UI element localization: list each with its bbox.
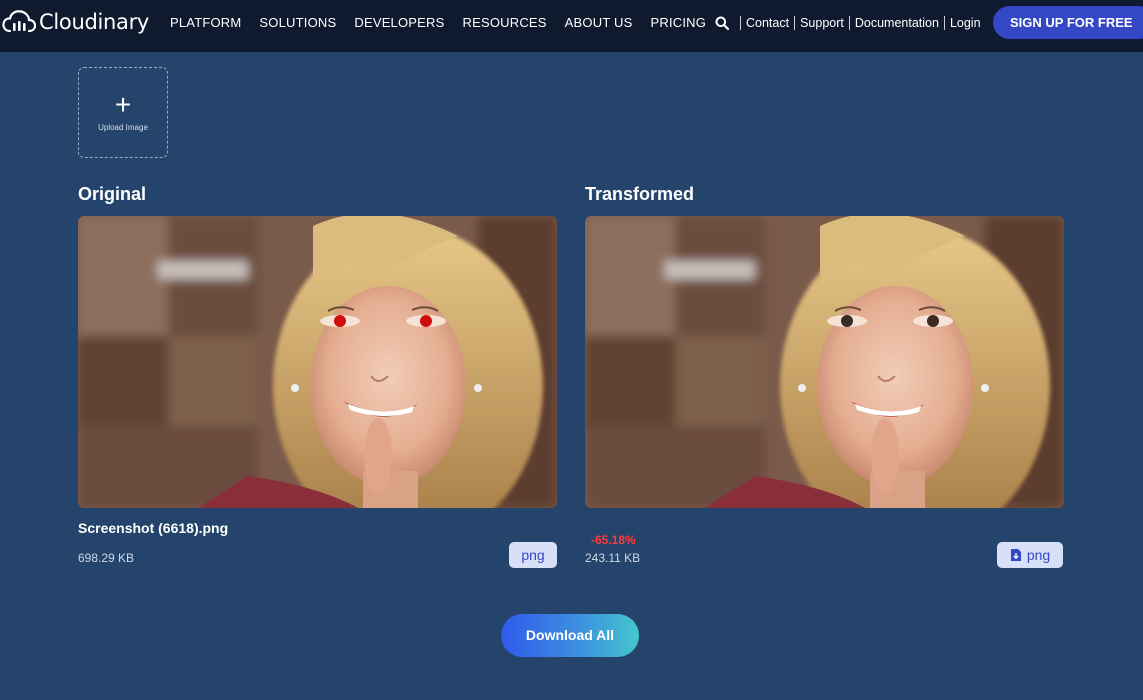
original-filename: Screenshot (6618).png: [78, 520, 229, 536]
transformed-heading: Transformed: [585, 184, 695, 204]
menu-item-developers[interactable]: DEVELOPERS: [354, 15, 444, 30]
login-link[interactable]: Login: [950, 16, 981, 30]
brand-name: Cloudinary: [39, 10, 150, 34]
menu-item-pricing[interactable]: PRICING: [651, 15, 707, 30]
documentation-link[interactable]: Documentation: [855, 16, 939, 30]
upload-label: Upload Image: [98, 123, 148, 132]
divider: [740, 16, 741, 30]
menu-item-about-us[interactable]: ABOUT US: [565, 15, 633, 30]
menu-item-solutions[interactable]: SOLUTIONS: [259, 15, 336, 30]
original-format-label: png: [521, 547, 545, 563]
search-icon[interactable]: [715, 16, 729, 30]
original-image: [78, 216, 557, 508]
top-navbar: Cloudinary PLATFORM SOLUTIONS DEVELOPERS…: [0, 0, 1143, 52]
size-reduction: -65.18%: [591, 533, 636, 547]
divider: [794, 16, 796, 30]
original-heading: Original: [78, 184, 147, 204]
sign-up-button[interactable]: SIGN UP FOR FREE: [993, 6, 1143, 39]
contact-link[interactable]: Contact: [746, 16, 789, 30]
menu-item-platform[interactable]: PLATFORM: [170, 15, 241, 30]
upload-image-button[interactable]: + Upload Image: [78, 67, 168, 158]
original-format-badge[interactable]: png: [509, 542, 557, 568]
menu-item-resources[interactable]: RESOURCES: [463, 15, 547, 30]
cloud-logo-icon: [2, 10, 36, 33]
plus-icon: +: [114, 89, 132, 120]
file-download-icon: [1010, 549, 1021, 561]
cloudinary-logo[interactable]: Cloudinary: [2, 6, 149, 38]
utility-links: Contact Support Documentation Login: [715, 13, 981, 33]
transformed-image: [585, 216, 1064, 508]
transformed-format-label: png: [1026, 547, 1051, 563]
original-size: 698.29 KB: [78, 551, 135, 565]
divider: [848, 16, 850, 30]
download-all-button[interactable]: Download All: [501, 614, 639, 657]
support-link[interactable]: Support: [800, 16, 844, 30]
main-menu: PLATFORM SOLUTIONS DEVELOPERS RESOURCES …: [170, 15, 724, 30]
divider: [943, 16, 945, 30]
transformed-size: 243.11 KB: [585, 551, 641, 565]
transformed-format-button[interactable]: png: [997, 542, 1063, 568]
